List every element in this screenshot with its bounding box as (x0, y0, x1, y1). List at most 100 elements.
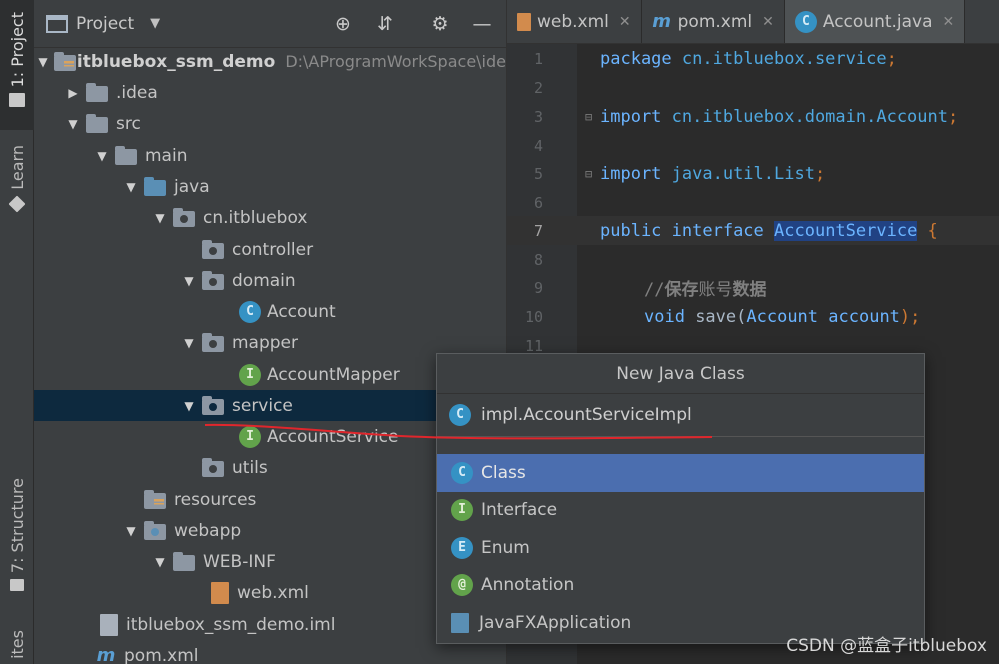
tab-project[interactable]: 1: Project (0, 0, 34, 130)
code-line[interactable]: 3 ⊟ import cn.itbluebox.domain.Account; (507, 102, 999, 131)
class-name-input[interactable] (481, 405, 881, 425)
code-line-current[interactable]: 7 public interface AccountService { (507, 216, 999, 245)
code-text: public interface AccountService { (600, 220, 938, 241)
class-icon: C (451, 461, 473, 484)
tree-item-label: cn.itbluebox (203, 207, 308, 228)
kind-label: Interface (481, 500, 558, 521)
maven-icon: m (96, 645, 116, 664)
code-line[interactable]: 5 ⊟ import java.util.List; (507, 159, 999, 188)
dialog-title: New Java Class (437, 354, 924, 394)
annotation-icon: @ (451, 574, 473, 597)
code-text: void save(Account account); (644, 306, 921, 327)
chevron-down-icon[interactable]: ▼ (66, 117, 80, 131)
chevron-right-icon[interactable]: ▶ (66, 86, 80, 100)
collapse-all-icon[interactable]: ⇵ (373, 12, 397, 36)
tree-item-cn-itbluebox[interactable]: ▼ cn.itbluebox (34, 202, 506, 233)
code-line[interactable]: 9 //保存账号数据 (507, 273, 999, 302)
tree-item-project-root[interactable]: ▼ itbluebox_ssm_demo D:\AProgramWorkSpac… (34, 46, 506, 77)
code-line[interactable]: 1 package cn.itbluebox.service; (507, 44, 999, 73)
tree-item-main[interactable]: ▼ main (34, 140, 506, 171)
code-line[interactable]: 2 (507, 73, 999, 102)
tree-item-label: service (232, 395, 293, 416)
web-folder-icon (144, 520, 168, 540)
close-icon[interactable]: ✕ (619, 14, 631, 30)
tree-item-label: AccountService (267, 426, 399, 447)
code-line[interactable]: 6 (507, 188, 999, 217)
module-folder-icon (53, 51, 76, 71)
tab-account-java[interactable]: C Account.java ✕ (784, 0, 966, 43)
tab-structure[interactable]: 7: Structure (0, 478, 34, 592)
resources-folder-icon (144, 489, 168, 509)
learn-icon (8, 195, 26, 213)
tab-label: Account.java (822, 11, 933, 32)
interface-icon: I (239, 363, 261, 386)
tab-favorites[interactable]: ites (0, 630, 34, 659)
code-comment: //保存账号数据 (644, 280, 767, 300)
tree-item-label: main (145, 145, 188, 166)
interface-icon: I (239, 425, 261, 448)
tree-item-controller[interactable]: controller (34, 234, 506, 265)
chevron-down-icon[interactable]: ▼ (150, 16, 160, 31)
tab-favorites-label: ites (7, 630, 27, 659)
tree-item-label: WEB-INF (203, 551, 276, 572)
chevron-down-icon[interactable]: ▼ (124, 524, 138, 538)
tree-item-src[interactable]: ▼ src (34, 108, 506, 139)
fold-icon[interactable]: ⊟ (585, 167, 592, 181)
tree-item-label: utils (232, 457, 268, 478)
tab-label: pom.xml (677, 11, 753, 32)
tab-web-xml[interactable]: web.xml ✕ (507, 0, 642, 43)
line-number: 6 (533, 193, 543, 212)
kind-option-interface[interactable]: I Interface (437, 492, 924, 530)
project-panel-header: Project ▼ ⊕ ⇵ ⚙ — (34, 0, 506, 48)
folder-icon (9, 93, 25, 108)
tree-item-label: web.xml (237, 582, 309, 603)
tab-project-label: 1: Project (7, 12, 27, 88)
chevron-down-icon[interactable]: ▼ (38, 55, 48, 69)
interface-icon: I (451, 499, 473, 522)
code-line[interactable]: 10 void save(Account account); (507, 302, 999, 331)
project-panel-title: Project (76, 13, 135, 34)
line-number: 4 (533, 136, 543, 155)
tree-item-account[interactable]: C Account (34, 296, 506, 327)
chevron-down-icon[interactable]: ▼ (182, 274, 196, 288)
kind-option-class[interactable]: C Class (437, 454, 924, 492)
folder-icon (86, 113, 110, 133)
chevron-down-icon[interactable]: ▼ (95, 149, 109, 163)
tree-item-domain[interactable]: ▼ domain (34, 265, 506, 296)
project-window-icon (46, 14, 68, 33)
code-line[interactable]: 8 (507, 245, 999, 274)
chevron-down-icon[interactable]: ▼ (124, 180, 138, 194)
locate-icon[interactable]: ⊕ (331, 12, 355, 36)
line-number: 5 (533, 164, 543, 183)
tree-item-label: domain (232, 270, 296, 291)
tree-item-java[interactable]: ▼ java (34, 171, 506, 202)
class-kind-list: C Class I Interface E Enum @ Annotation … (437, 454, 924, 642)
tree-item-label: resources (174, 489, 257, 510)
close-icon[interactable]: ✕ (762, 14, 774, 30)
gear-icon[interactable]: ⚙ (428, 12, 452, 36)
tree-item-label: pom.xml (124, 645, 199, 664)
tab-pom-xml[interactable]: m pom.xml ✕ (642, 0, 785, 43)
structure-icon (10, 579, 24, 592)
kind-option-annotation[interactable]: @ Annotation (437, 567, 924, 605)
chevron-down-icon[interactable]: ▼ (182, 336, 196, 350)
tree-item-label: java (174, 176, 210, 197)
code-text: package cn.itbluebox.service; (600, 48, 897, 69)
kind-label: Annotation (481, 575, 575, 596)
chevron-down-icon[interactable]: ▼ (153, 211, 167, 225)
close-icon[interactable]: ✕ (943, 14, 955, 30)
line-number: 1 (533, 49, 543, 68)
class-name-row: C (437, 394, 924, 437)
kind-option-enum[interactable]: E Enum (437, 529, 924, 567)
tab-learn[interactable]: Learn (0, 145, 34, 213)
tree-item-idea[interactable]: ▶ .idea (34, 77, 506, 108)
fold-icon[interactable]: ⊟ (585, 110, 592, 124)
code-line[interactable]: 4 (507, 131, 999, 160)
chevron-down-icon[interactable]: ▼ (153, 555, 167, 569)
hide-icon[interactable]: — (470, 12, 494, 36)
editor-tab-bar: web.xml ✕ m pom.xml ✕ C Account.java ✕ (507, 0, 999, 44)
class-icon: C (794, 10, 817, 33)
line-number: 10 (524, 307, 543, 326)
tree-item-label: src (116, 113, 141, 134)
chevron-down-icon[interactable]: ▼ (182, 399, 196, 413)
